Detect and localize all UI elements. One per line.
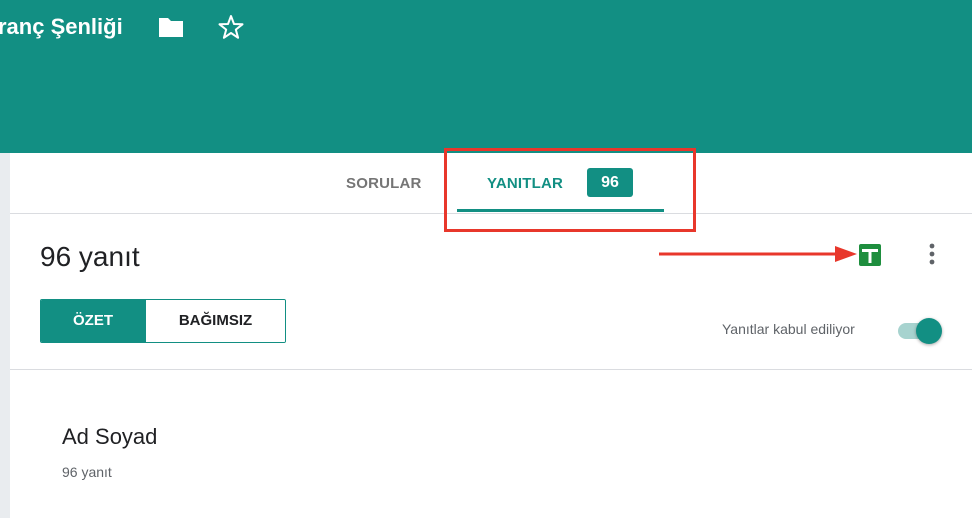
question-title: Ad Soyad xyxy=(62,424,158,449)
star-icon[interactable] xyxy=(217,13,245,41)
tab-sorular[interactable]: SORULAR xyxy=(346,175,422,192)
individual-button[interactable]: BAĞIMSIZ xyxy=(145,300,285,342)
accepting-responses-switch[interactable] xyxy=(896,318,942,344)
responses-title: 96 yanıt xyxy=(40,241,140,272)
more-vert-icon[interactable] xyxy=(922,241,942,267)
folder-icon[interactable] xyxy=(157,15,185,39)
summary-button[interactable]: ÖZET xyxy=(41,300,145,342)
sheets-icon[interactable] xyxy=(859,244,881,266)
form-header: ranç Şenliği xyxy=(0,0,972,153)
form-title[interactable]: ranç Şenliği xyxy=(0,14,123,40)
accepting-responses-label: Yanıtlar kabul ediliyor xyxy=(722,321,855,337)
question-response-count: 96 yanıt xyxy=(62,464,112,480)
switch-knob xyxy=(916,318,942,344)
view-toggle: ÖZET BAĞIMSIZ xyxy=(40,299,286,343)
divider xyxy=(10,369,972,370)
annotation-arrow xyxy=(659,246,857,262)
highlight-box xyxy=(444,148,696,232)
